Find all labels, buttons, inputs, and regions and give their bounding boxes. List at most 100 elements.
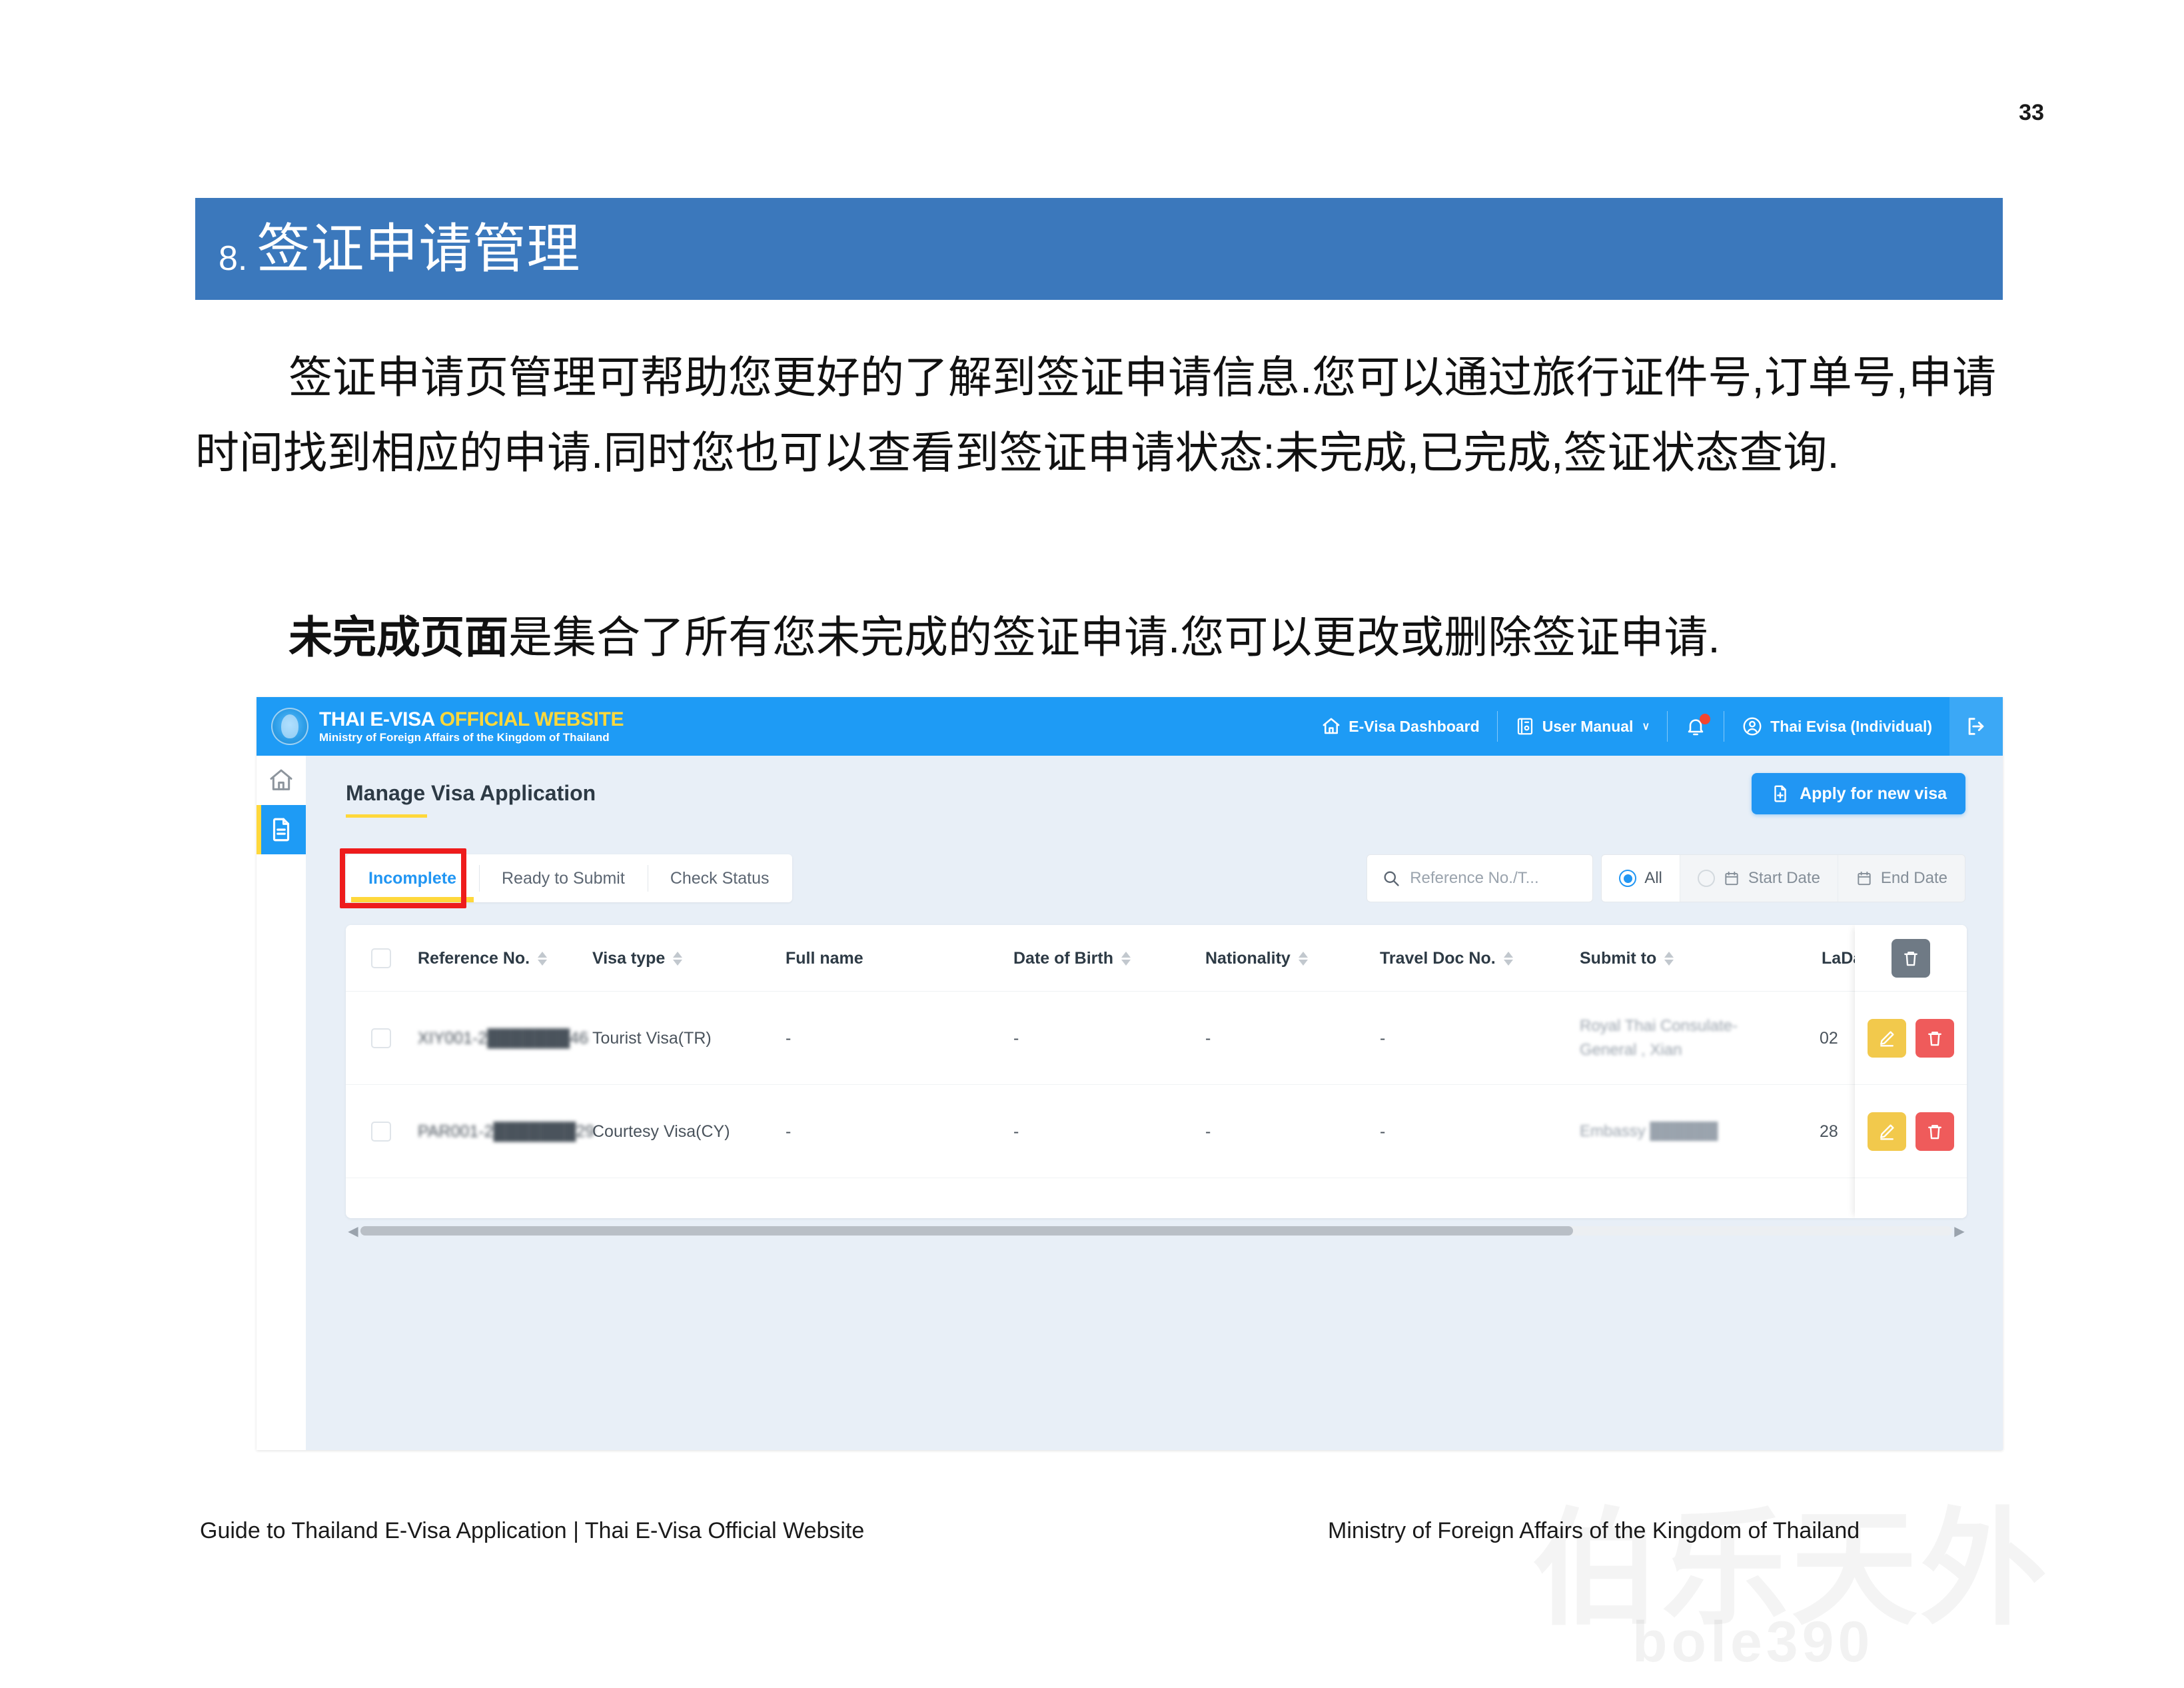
nav-dashboard-label: E-Visa Dashboard: [1349, 717, 1480, 735]
status-tabs: Incomplete Ready to Submit Check Status: [346, 854, 792, 902]
table-header-row: Reference No. Visa type Full name Date o…: [346, 925, 1967, 992]
delete-button[interactable]: [1915, 1018, 1954, 1058]
checkbox-icon: [371, 1028, 391, 1048]
cell-visa-type: Courtesy Visa(CY): [592, 1122, 730, 1141]
nav-dashboard[interactable]: E-Visa Dashboard: [1304, 711, 1496, 742]
edit-button[interactable]: [1868, 1112, 1906, 1151]
cell-full-name: -: [786, 1028, 792, 1048]
table-row[interactable]: XIY001-2███████46 Tourist Visa(TR) - - -…: [346, 992, 1967, 1085]
trash-icon: [1904, 951, 1917, 966]
filter-controls: Reference No./T... All Start Date End Da…: [1366, 854, 1965, 902]
start-date-label: Start Date: [1748, 869, 1820, 887]
column-reference-no[interactable]: Reference No.: [418, 925, 548, 992]
scrollbar-track[interactable]: [360, 1226, 1952, 1236]
paragraph-rest: 是集合了所有您未完成的签证申请.您可以更改或删除签证申请.: [508, 612, 1720, 662]
document-page: 33 8. 签证申请管理 签证申请页管理可帮助您更好的了解到签证申请信息.您可以…: [0, 0, 2184, 1688]
nav-account[interactable]: Thai Evisa (Individual): [1724, 711, 1949, 742]
checkbox-icon: [371, 1122, 391, 1142]
radio-all-selected[interactable]: [1619, 870, 1637, 887]
column-submit-to-label: Submit to: [1580, 948, 1657, 968]
tab-ready-to-submit-label: Ready to Submit: [501, 868, 625, 888]
scroll-left-icon[interactable]: ◀: [346, 1223, 360, 1240]
column-reference-no-label: Reference No.: [418, 948, 530, 968]
pencil-icon: [1880, 1124, 1894, 1140]
column-nationality[interactable]: Nationality: [1205, 925, 1308, 992]
column-travel-doc-no[interactable]: Travel Doc No.: [1380, 925, 1513, 992]
edit-button[interactable]: [1868, 1018, 1906, 1058]
column-submit-to[interactable]: Submit to: [1580, 925, 1674, 992]
cell-nationality: -: [1205, 1028, 1211, 1048]
column-last-update-line1: La: [1822, 948, 1842, 968]
table-row[interactable]: PAR001-2███████29 Courtesy Visa(CY) - - …: [346, 1085, 1967, 1178]
filter-all-option[interactable]: All: [1602, 855, 1680, 902]
cell-last-update-date: 28: [1820, 1122, 1838, 1141]
delete-button[interactable]: [1915, 1112, 1954, 1151]
filter-end-date[interactable]: End Date: [1838, 855, 1965, 902]
nav-user-manual[interactable]: User Manual ∨: [1498, 711, 1667, 742]
logout-button[interactable]: [1949, 697, 2003, 756]
cell-submit-to: Embassy ██████: [1580, 1122, 1718, 1140]
calendar-icon: [1858, 871, 1871, 886]
cell-visa-type: Tourist Visa(TR): [592, 1028, 712, 1048]
filter-all-label: All: [1644, 869, 1662, 887]
sidebar-rail: [257, 756, 306, 1450]
manual-book-icon: [1515, 716, 1535, 736]
page-title: Manage Visa Application: [346, 781, 596, 805]
scrollbar-thumb[interactable]: [360, 1226, 1573, 1236]
bulk-delete-button[interactable]: [1892, 938, 1930, 978]
tab-incomplete[interactable]: Incomplete: [346, 854, 479, 902]
tab-ready-to-submit[interactable]: Ready to Submit: [478, 854, 648, 902]
filter-start-date[interactable]: Start Date: [1680, 855, 1838, 902]
content-header: Manage Visa Application Apply for new vi…: [306, 756, 2003, 844]
date-filter-group: All Start Date End Date: [1601, 854, 1965, 902]
section-banner: 8. 签证申请管理: [195, 198, 2003, 300]
watermark-latin: bole390: [1632, 1610, 1874, 1674]
sidebar-item-home[interactable]: [257, 756, 306, 805]
row-actions: [1855, 992, 1967, 1085]
apply-button-label: Apply for new visa: [1800, 784, 1947, 803]
column-full-name[interactable]: Full name: [786, 925, 863, 992]
cell-date-of-birth: -: [1013, 1028, 1019, 1048]
column-visa-type-label: Visa type: [592, 948, 666, 968]
cell-date-of-birth: -: [1013, 1122, 1019, 1141]
column-visa-type[interactable]: Visa type: [592, 925, 683, 992]
radio-date-range[interactable]: [1697, 870, 1715, 887]
paragraph-bold-lead: 未完成页面: [288, 612, 508, 662]
chevron-down-icon: ∨: [1642, 721, 1650, 732]
apply-for-new-visa-button[interactable]: Apply for new visa: [1752, 773, 1965, 814]
column-date-of-birth[interactable]: Date of Birth: [1013, 925, 1131, 992]
notification-badge-dot: [1700, 714, 1711, 724]
app-nav: E-Visa Dashboard User Manual ∨ Thai Evis…: [1304, 697, 2003, 756]
horizontal-scrollbar[interactable]: ◀ ▶: [346, 1222, 1967, 1240]
nav-account-label: Thai Evisa (Individual): [1770, 717, 1932, 735]
sidebar-item-applications[interactable]: [257, 805, 306, 854]
cell-full-name: -: [786, 1122, 792, 1141]
row-actions: [1855, 1085, 1967, 1178]
scroll-right-icon[interactable]: ▶: [1952, 1223, 1967, 1240]
brand-title-secondary: OFFICIAL WEBSITE: [439, 708, 624, 730]
tab-check-status[interactable]: Check Status: [647, 854, 792, 902]
page-number: 33: [2019, 100, 2044, 125]
cell-reference-no: XIY001-2███████46: [418, 1028, 589, 1048]
app-header: THAI E-VISA OFFICIAL WEBSITE Ministry of…: [257, 697, 2003, 756]
pencil-icon: [1880, 1030, 1894, 1046]
row-checkbox[interactable]: [371, 1085, 391, 1178]
search-input[interactable]: Reference No./T...: [1366, 854, 1594, 902]
column-nationality-label: Nationality: [1205, 948, 1291, 968]
user-circle-icon: [1742, 716, 1763, 737]
cell-submit-to: Royal Thai Consulate-General , Xian: [1580, 1017, 1738, 1059]
paragraph-intro: 签证申请页管理可帮助您更好的了解到签证申请信息.您可以通过旅行证件号,订单号,申…: [195, 353, 1997, 477]
brand-logo: THAI E-VISA OFFICIAL WEBSITE Ministry of…: [271, 708, 624, 745]
brand-title-primary: THAI E-VISA: [319, 708, 434, 730]
watermark: 伯乐天外 bole390: [1532, 1466, 2132, 1686]
tab-check-status-label: Check Status: [670, 868, 770, 888]
search-icon: [1384, 871, 1399, 886]
home-icon: [270, 769, 292, 790]
app-content: Manage Visa Application Apply for new vi…: [306, 756, 2003, 1450]
tab-incomplete-label: Incomplete: [368, 868, 456, 888]
nav-notifications[interactable]: [1668, 714, 1724, 737]
select-all-checkbox[interactable]: [371, 925, 391, 992]
cell-nationality: -: [1205, 1122, 1211, 1141]
row-checkbox[interactable]: [371, 992, 391, 1085]
trash-icon: [1928, 1124, 1941, 1139]
